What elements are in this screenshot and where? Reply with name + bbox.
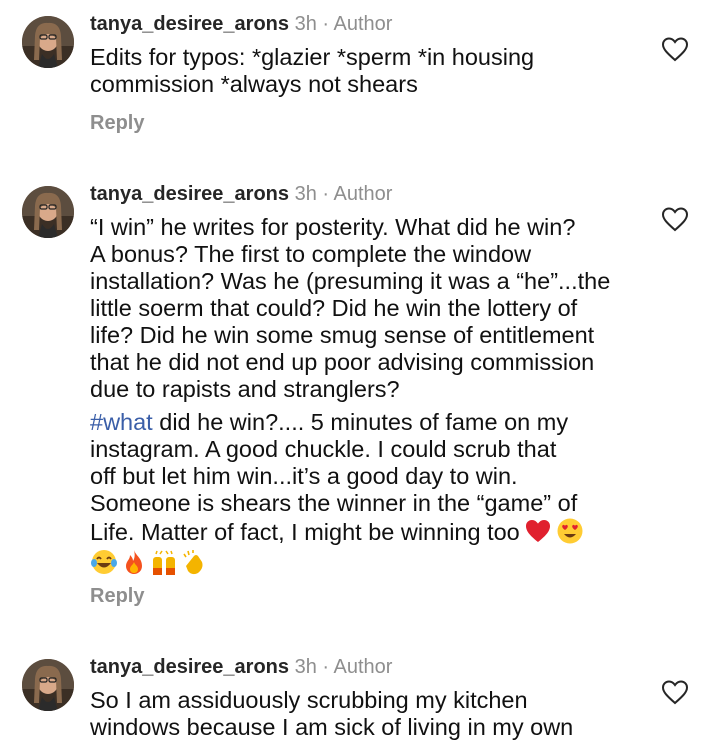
- avatar[interactable]: [22, 186, 74, 238]
- comment-paragraph: #what did he win?.... 5 minutes of fame …: [90, 409, 650, 546]
- timestamp: 3h: [294, 13, 317, 35]
- fire-emoji-icon: [126, 550, 142, 574]
- comment-paragraph: Edits for typos: *glazier *sperm *in hou…: [90, 44, 535, 97]
- comment-paragraph-text: did he win?.... 5 minutes of fame on my …: [90, 409, 578, 545]
- author-badge: Author: [333, 183, 393, 205]
- avatar[interactable]: [22, 16, 74, 68]
- avatar-image: [22, 16, 74, 68]
- comment-meta: tanya_desiree_arons 3h · Author: [90, 655, 392, 679]
- timestamp: 3h: [294, 656, 317, 678]
- timestamp: 3h: [294, 183, 317, 205]
- comment-meta: tanya_desiree_arons 3h · Author: [90, 182, 392, 206]
- comment-paragraph: So I am assiduously scrubbing my kitchen…: [90, 687, 574, 740]
- avatar[interactable]: [22, 659, 74, 711]
- separator: ·: [322, 13, 330, 35]
- emoji-row: [90, 548, 650, 578]
- heart-outline-icon[interactable]: [661, 206, 689, 232]
- comment-meta: tanya_desiree_arons 3h · Author: [90, 12, 392, 36]
- reply-button[interactable]: Reply: [90, 112, 144, 135]
- author-badge: Author: [333, 13, 393, 35]
- comment-text: Edits for typos: *glazier *sperm *in hou…: [90, 44, 650, 98]
- avatar-image: [22, 659, 74, 711]
- comment-text: So I am assiduously scrubbing my kitchen…: [90, 687, 650, 741]
- comment-paragraph: “I win” he writes for posterity. What di…: [90, 214, 611, 402]
- tears-of-joy-emoji-icon: [91, 550, 117, 574]
- heart-outline-icon[interactable]: [661, 36, 689, 62]
- username[interactable]: tanya_desiree_arons: [90, 656, 289, 678]
- red-heart-emoji-icon: [525, 520, 550, 542]
- clapping-hands-emoji-icon: [183, 550, 203, 575]
- author-badge: Author: [333, 656, 393, 678]
- username[interactable]: tanya_desiree_arons: [90, 13, 289, 35]
- hashtag-link[interactable]: #what: [90, 409, 153, 435]
- heart-eyes-emoji-icon: [557, 518, 583, 544]
- avatar-image: [22, 186, 74, 238]
- raised-hands-emoji-icon: [153, 550, 175, 575]
- separator: ·: [322, 183, 330, 205]
- username[interactable]: tanya_desiree_arons: [90, 183, 289, 205]
- heart-outline-icon[interactable]: [661, 679, 689, 705]
- reply-button[interactable]: Reply: [90, 585, 144, 608]
- separator: ·: [322, 656, 330, 678]
- comment-text: “I win” he writes for posterity. What di…: [90, 214, 650, 578]
